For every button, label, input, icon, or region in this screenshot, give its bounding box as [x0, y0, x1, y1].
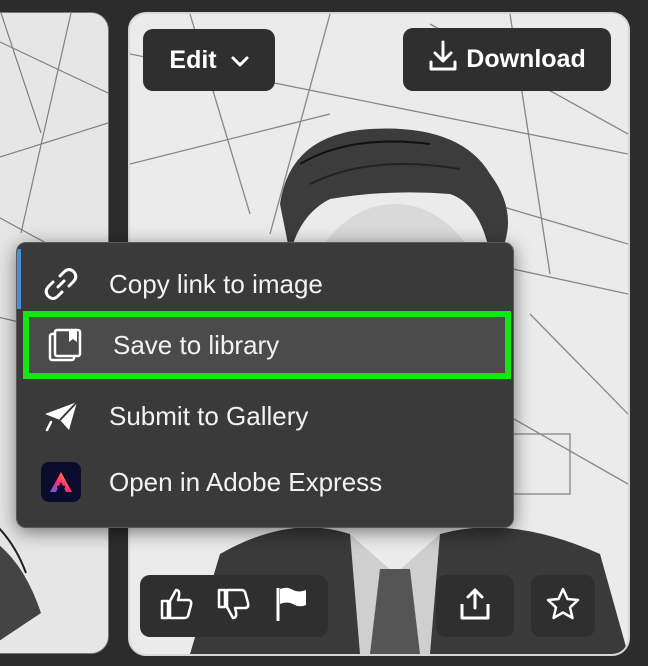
feedback-button-group	[140, 575, 328, 637]
paper-plane-icon	[41, 396, 81, 436]
menu-item-submit-to-gallery[interactable]: Submit to Gallery	[17, 383, 513, 449]
menu-item-copy-link[interactable]: Copy link to image	[17, 251, 513, 317]
share-button[interactable]	[436, 575, 514, 637]
download-button-label: Download	[466, 45, 586, 73]
adobe-express-icon	[41, 462, 81, 502]
more-options-menu: Copy link to image Save to library Submi…	[16, 242, 514, 528]
favorite-button[interactable]	[531, 575, 595, 637]
thumbs-up-icon[interactable]	[159, 587, 195, 626]
chevron-down-icon	[231, 46, 249, 75]
menu-item-open-adobe-express[interactable]: Open in Adobe Express	[17, 449, 513, 515]
edit-button[interactable]: Edit	[143, 29, 275, 91]
download-icon	[428, 40, 458, 79]
menu-item-label: Submit to Gallery	[109, 400, 309, 431]
menu-item-label: Save to library	[113, 329, 280, 360]
menu-item-save-to-library[interactable]: Save to library	[23, 311, 511, 379]
edit-button-label: Edit	[169, 45, 217, 74]
library-icon	[45, 325, 85, 365]
star-icon	[545, 586, 581, 627]
download-button[interactable]: Download	[403, 28, 611, 91]
thumbs-down-icon[interactable]	[216, 587, 252, 626]
menu-item-label: Open in Adobe Express	[109, 466, 383, 497]
share-icon	[458, 587, 492, 626]
flag-icon[interactable]	[273, 585, 309, 628]
link-icon	[41, 264, 81, 304]
menu-item-label: Copy link to image	[109, 268, 323, 299]
